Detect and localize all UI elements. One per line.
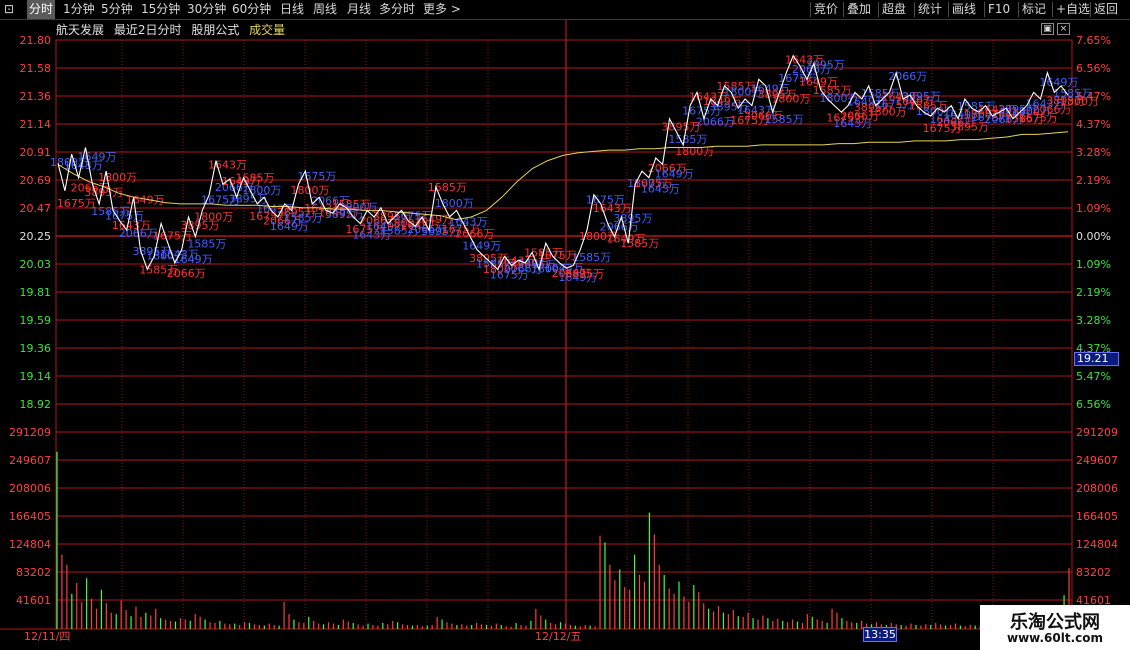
percent-tick-label: 1.09% xyxy=(1076,202,1111,215)
formula-marker-label: 1649万 xyxy=(462,240,501,253)
price-cursor-label: 19.21 xyxy=(1074,352,1119,366)
volume-tick-label-right: 166405 xyxy=(1076,510,1118,523)
price-tick-label: 20.91 xyxy=(20,146,52,159)
formula-marker-label: 2066万 xyxy=(167,267,206,280)
formula-marker-label: 1800万 xyxy=(339,201,378,214)
formula-marker-label: 1585万 xyxy=(620,237,659,250)
volume-tick-label-right: 208006 xyxy=(1076,482,1118,495)
volume-tick-label: 166405 xyxy=(9,510,51,523)
price-tick-label: 19.81 xyxy=(20,286,52,299)
percent-tick-label: 2.19% xyxy=(1076,174,1111,187)
price-tick-label: 20.47 xyxy=(20,202,52,215)
time-cursor-label: 13:35 xyxy=(863,627,897,642)
price-tick-label: 19.14 xyxy=(20,370,52,383)
formula-marker-label: 3895万 xyxy=(565,267,604,280)
formula-marker-label: 2066万 xyxy=(455,228,494,241)
percent-tick-label: 6.56% xyxy=(1076,398,1111,411)
price-tick-label: 19.36 xyxy=(20,342,52,355)
formula-marker-label: 1585万 xyxy=(668,133,707,146)
formula-marker-label: 1585万 xyxy=(572,251,611,264)
volume-tick-label: 291209 xyxy=(9,426,51,439)
formula-marker-label: 2066万 xyxy=(696,116,735,129)
volume-tick-label: 249607 xyxy=(9,454,51,467)
price-tick-label: 20.69 xyxy=(20,174,52,187)
price-tick-label: 21.58 xyxy=(20,62,52,75)
price-tick-label: 21.14 xyxy=(20,118,52,131)
volume-tick-label-right: 83202 xyxy=(1076,566,1111,579)
formula-marker-label: 1649万 xyxy=(126,193,165,206)
price-tick-label: 20.03 xyxy=(20,258,52,271)
volume-tick-label: 83202 xyxy=(16,566,51,579)
x-tick-label: 12/12/五 xyxy=(535,630,581,643)
percent-tick-label: 7.65% xyxy=(1076,34,1111,47)
price-tick-label: 19.59 xyxy=(20,314,52,327)
percent-tick-label: 3.28% xyxy=(1076,314,1111,327)
formula-marker-label: 2066万 xyxy=(888,70,927,83)
volume-tick-label-right: 124804 xyxy=(1076,538,1118,551)
watermark: 乐淘公式网 www.60lt.com xyxy=(980,605,1130,650)
price-tick-label: 21.80 xyxy=(20,34,52,47)
percent-tick-label: 6.56% xyxy=(1076,62,1111,75)
percent-tick-label: 3.28% xyxy=(1076,146,1111,159)
formula-marker-label: 1675万 xyxy=(297,170,336,183)
price-tick-label: 20.25 xyxy=(20,230,52,243)
percent-tick-label: 2.19% xyxy=(1076,286,1111,299)
percent-tick-label: 1.09% xyxy=(1076,258,1111,271)
volume-tick-label: 208006 xyxy=(9,482,51,495)
price-tick-label: 21.36 xyxy=(20,90,52,103)
formula-marker-label: 1643万 xyxy=(641,183,680,196)
percent-tick-label: 0.00% xyxy=(1076,230,1111,243)
formula-marker-label: 1585万 xyxy=(187,238,226,251)
volume-tick-label: 41601 xyxy=(16,594,51,607)
formula-marker-label: 1585万 xyxy=(428,181,467,194)
formula-marker-label: 1585万 xyxy=(765,113,804,126)
volume-tick-label-right: 249607 xyxy=(1076,454,1118,467)
chart-frame xyxy=(55,39,1073,630)
watermark-url: www.60lt.com xyxy=(1006,631,1104,645)
intraday-chart[interactable]: 21.80 7.65% 21.58 6.56% 21.36 5.47% 21.14 4.37%… xyxy=(0,0,1130,650)
x-tick-label: 12/11/四 xyxy=(24,630,70,643)
percent-tick-label: 4.37% xyxy=(1076,118,1111,131)
volume-tick-label-right: 291209 xyxy=(1076,426,1118,439)
formula-marker-label: 1649万 xyxy=(655,168,694,181)
percent-tick-label: 5.47% xyxy=(1076,370,1111,383)
volume-tick-label: 124804 xyxy=(9,538,51,551)
price-tick-label: 18.92 xyxy=(20,398,52,411)
formula-marker-label: 1800万 xyxy=(1060,95,1099,108)
